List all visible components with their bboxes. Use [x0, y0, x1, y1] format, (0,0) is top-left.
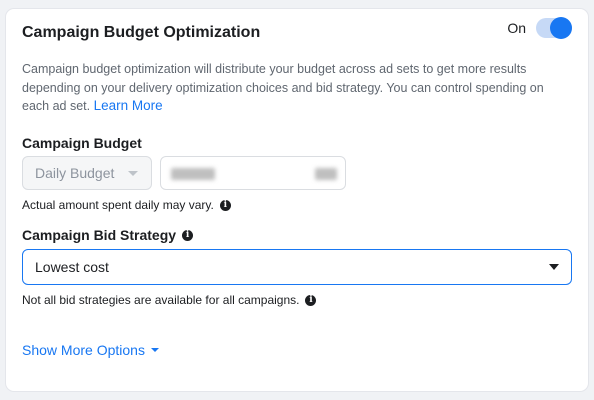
campaign-budget-label: Campaign Budget: [22, 135, 142, 151]
budget-note-text: Actual amount spent daily may vary.: [22, 198, 214, 212]
toggle-knob: [550, 17, 572, 39]
info-icon[interactable]: i: [219, 199, 231, 211]
bid-strategy-select[interactable]: Lowest cost: [22, 249, 572, 285]
bid-strategy-value: Lowest cost: [35, 259, 109, 275]
chevron-down-icon: [549, 264, 559, 270]
campaign-budget-label-text: Campaign Budget: [22, 135, 142, 151]
cbo-toggle-switch[interactable]: [536, 17, 572, 39]
info-icon[interactable]: i: [305, 294, 317, 306]
budget-amount-input[interactable]: [160, 156, 346, 190]
budget-note: Actual amount spent daily may vary. i: [22, 198, 231, 212]
redacted-currency: [315, 168, 337, 180]
toggle-state-label: On: [507, 20, 526, 36]
chevron-down-icon: [150, 348, 159, 352]
budget-type-select[interactable]: Daily Budget: [22, 156, 152, 190]
card-description: Campaign budget optimization will distri…: [22, 60, 570, 116]
show-more-options-button[interactable]: Show More Options: [22, 342, 159, 358]
show-more-options-label: Show More Options: [22, 342, 145, 358]
info-icon[interactable]: i: [182, 229, 194, 241]
campaign-budget-optimization-card: Campaign Budget Optimization On Campaign…: [6, 9, 588, 391]
cbo-toggle-group: On: [507, 17, 572, 39]
learn-more-link[interactable]: Learn More: [94, 98, 163, 113]
budget-type-value: Daily Budget: [35, 165, 115, 181]
bid-strategy-label-text: Campaign Bid Strategy: [22, 227, 177, 243]
chevron-down-icon: [128, 170, 139, 176]
bid-strategy-note: Not all bid strategies are available for…: [22, 293, 317, 307]
bid-strategy-label: Campaign Bid Strategy i: [22, 227, 194, 243]
card-title: Campaign Budget Optimization: [22, 24, 261, 41]
bid-strategy-note-text: Not all bid strategies are available for…: [22, 293, 300, 307]
redacted-amount: [171, 168, 215, 180]
